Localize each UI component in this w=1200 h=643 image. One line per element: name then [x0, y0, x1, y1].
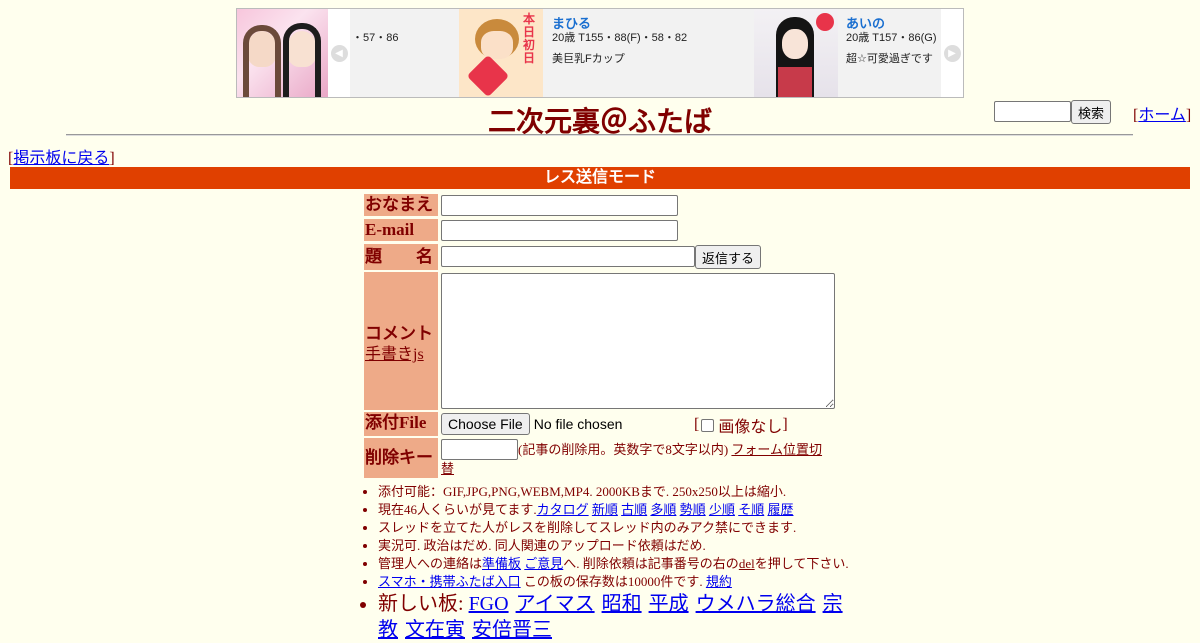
note-mobile: スマホ・携帯ふたば入口 この板の保存数は10000件です. 規約 — [378, 573, 862, 591]
board-notes: 添付可能：GIF,JPG,PNG,WEBM,MP4. 2000KBまで. 250… — [362, 483, 862, 643]
ad-card-3-spec: 20歳 T157・86(G) — [846, 32, 937, 44]
ad-card-3[interactable]: あいの 20歳 T157・86(G) 超☆可愛過ぎです — [838, 9, 942, 97]
back-to-board-link[interactable]: 掲示板に戻る — [13, 150, 109, 167]
note-viewers: 現在46人くらいが見てます.カタログ 新順 古順 多順 勢順 少順 そ順 履歴 — [378, 501, 862, 519]
feedback-link[interactable]: ご意見 — [524, 556, 563, 571]
board-link-imas[interactable]: アイマス — [516, 593, 595, 615]
search-button[interactable]: 検索 — [1071, 100, 1112, 124]
ad-card-3-desc: 超☆可愛過ぎです — [846, 53, 933, 65]
chevron-left-icon: ◀ — [330, 44, 348, 62]
note-rules: 実況可. 政治はだめ. 同人関連のアップロード依頼はだめ. — [378, 537, 862, 555]
contact-text-c: を押して下さい. — [754, 556, 849, 571]
delete-key-note: (記事の削除用。英数字で8文字以内) — [518, 442, 729, 457]
comment-textarea[interactable] — [441, 273, 835, 409]
board-link-showa[interactable]: 昭和 — [602, 593, 642, 615]
subject-field[interactable] — [441, 246, 695, 267]
ad-prev-button[interactable]: ◀ — [328, 9, 350, 97]
sort-many-link[interactable]: 多順 — [650, 502, 676, 517]
del-link[interactable]: del — [739, 556, 755, 571]
note-contact: 管理人への連絡は準備板 ご意見へ. 削除依頼は記事番号の右のdelを押して下さい… — [378, 555, 862, 573]
chevron-right-icon: ▶ — [943, 44, 961, 62]
file-label: 添付File — [364, 412, 438, 436]
file-status: No file chosen — [533, 416, 623, 432]
terms-link[interactable]: 規約 — [706, 574, 732, 589]
sort-new-link[interactable]: 新順 — [592, 502, 618, 517]
history-link[interactable]: 履歴 — [767, 502, 793, 517]
note-new-boards: 新しい板: FGO アイマス 昭和 平成 ウメハラ総合 宗教 文在寅 安倍晋三 — [378, 591, 862, 643]
name-label: おなまえ — [364, 194, 438, 216]
ad-photo-1[interactable] — [237, 9, 328, 97]
name-field[interactable] — [441, 195, 678, 216]
ad-card-2-spec: 20歳 T155・88(F)・58・82 — [552, 32, 688, 44]
ad-banner[interactable]: ◀ ・57・86 本日初日 まひる 20歳 T155・88(F)・58・82 美… — [236, 8, 964, 98]
no-image-label: 画像なし — [718, 419, 783, 436]
contact-text-a: 管理人への連絡は — [378, 556, 483, 571]
handwriting-link[interactable]: 手書きjs — [365, 340, 424, 364]
header-divider — [66, 134, 1133, 136]
ad-card-1[interactable]: ・57・86 — [350, 9, 459, 97]
storage-count: この板の保存数は10000件です. — [523, 574, 703, 589]
ad-photo-3[interactable] — [754, 9, 838, 97]
board-link-abe[interactable]: 安倍晋三 — [472, 619, 552, 641]
comment-label-cell: コメント 手書きjs — [364, 272, 438, 410]
sort-other-link[interactable]: そ順 — [738, 502, 764, 517]
board-link-fgo[interactable]: FGO — [469, 593, 509, 615]
ad-card-2[interactable]: まひる 20歳 T155・88(F)・58・82 美巨乳Fカップ — [543, 9, 753, 97]
board-link-heisei[interactable]: 平成 — [649, 593, 689, 615]
no-image-option: [ 画像なし] — [694, 413, 788, 437]
choose-file-button[interactable]: Choose File — [441, 413, 530, 435]
search-input[interactable] — [994, 101, 1071, 122]
board-link-moon[interactable]: 文在寅 — [405, 619, 465, 641]
file-input[interactable]: Choose File No file chosen — [441, 413, 622, 435]
submit-reply-button[interactable]: 返信する — [695, 245, 762, 269]
home-link[interactable]: ホーム — [1138, 107, 1186, 124]
catalog-link[interactable]: カタログ — [537, 502, 589, 517]
prep-board-link[interactable]: 準備板 — [482, 556, 521, 571]
email-field[interactable] — [441, 220, 678, 241]
sort-old-link[interactable]: 古順 — [621, 502, 647, 517]
ad-card-1-spec: ・57・86 — [352, 32, 399, 44]
note-thread-ban: スレッドを立てた人がレスを削除してスレッド内のみアク禁にできます. — [378, 519, 862, 537]
reply-mode-bar: レス送信モード — [10, 167, 1190, 189]
board-link-umehara[interactable]: ウメハラ総合 — [696, 593, 816, 615]
back-link-wrap: [掲示板に戻る] — [8, 150, 115, 167]
note-attachments: 添付可能：GIF,JPG,PNG,WEBM,MP4. 2000KBまで. 250… — [378, 483, 862, 501]
ad-card-2-desc: 美巨乳Fカップ — [552, 53, 625, 65]
email-label: E-mail — [364, 219, 438, 241]
viewers-count: 現在46人くらいが見てます. — [378, 502, 537, 517]
sort-few-link[interactable]: 少順 — [709, 502, 735, 517]
delete-key-label: 削除キー — [364, 438, 438, 478]
mobile-entrance-link[interactable]: スマホ・携帯ふたば入口 — [378, 574, 521, 589]
ad-photo-2[interactable]: 本日初日 — [459, 9, 543, 97]
home-link-wrap: [ホーム] — [1133, 107, 1192, 124]
subject-label: 題 名 — [364, 244, 438, 270]
new-boards-label: 新しい板: — [378, 593, 464, 615]
contact-text-b: へ. 削除依頼は記事番号の右の — [563, 556, 739, 571]
no-image-checkbox[interactable] — [701, 418, 715, 432]
ad-next-button[interactable]: ▶ — [941, 9, 963, 97]
sort-hot-link[interactable]: 勢順 — [680, 502, 706, 517]
delete-key-note-wrap: (記事の削除用。英数字で8文字以内) フォーム位置切替 — [441, 440, 833, 478]
